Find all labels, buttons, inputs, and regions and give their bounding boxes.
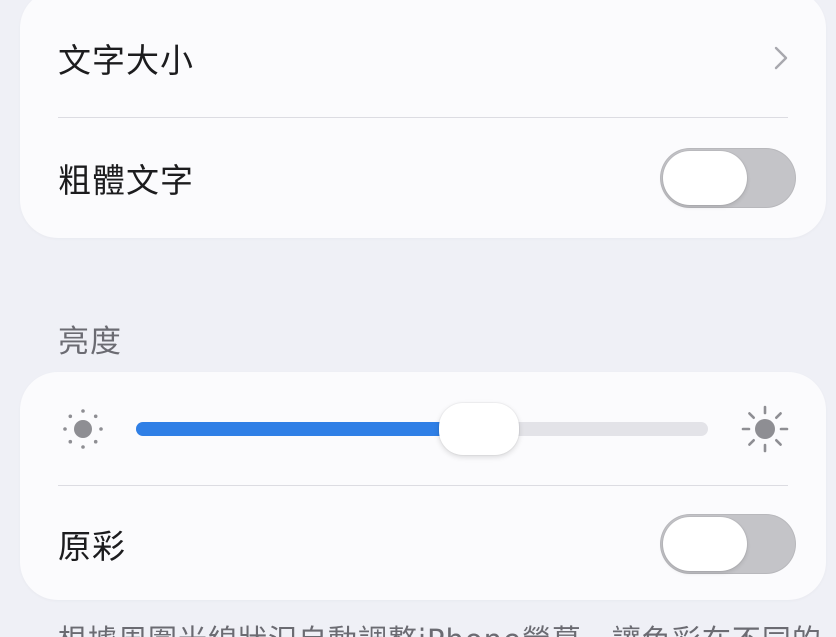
sun-max-icon (741, 405, 789, 452)
toggle-knob (663, 517, 747, 571)
true-tone-toggle[interactable] (660, 514, 796, 574)
brightness-card: 原彩 (20, 372, 826, 600)
display-brightness-settings-page: 文字大小 粗體文字 亮度 原彩 (0, 0, 836, 637)
brightness-slider[interactable] (136, 402, 708, 455)
row-divider (58, 117, 788, 118)
chevron-right-icon (774, 46, 788, 70)
true-tone-description: 根據周圍光線狀況自動調整iPhone螢幕，讓色彩在不同的 (58, 617, 822, 637)
bold-text-row: 粗體文字 (20, 120, 826, 236)
sun-min-icon (63, 408, 103, 449)
text-size-label: 文字大小 (58, 41, 194, 80)
text-settings-card: 文字大小 粗體文字 (20, 0, 826, 238)
brightness-section-header: 亮度 (58, 324, 122, 360)
text-size-row[interactable]: 文字大小 (20, 0, 826, 116)
bold-text-toggle[interactable] (660, 148, 796, 208)
brightness-slider-fill (136, 421, 480, 436)
brightness-slider-thumb[interactable] (439, 402, 520, 455)
toggle-knob (663, 151, 747, 205)
true-tone-label: 原彩 (58, 527, 126, 566)
brightness-slider-row (20, 372, 826, 485)
bold-text-label: 粗體文字 (58, 161, 194, 200)
true-tone-row: 原彩 (20, 486, 826, 602)
